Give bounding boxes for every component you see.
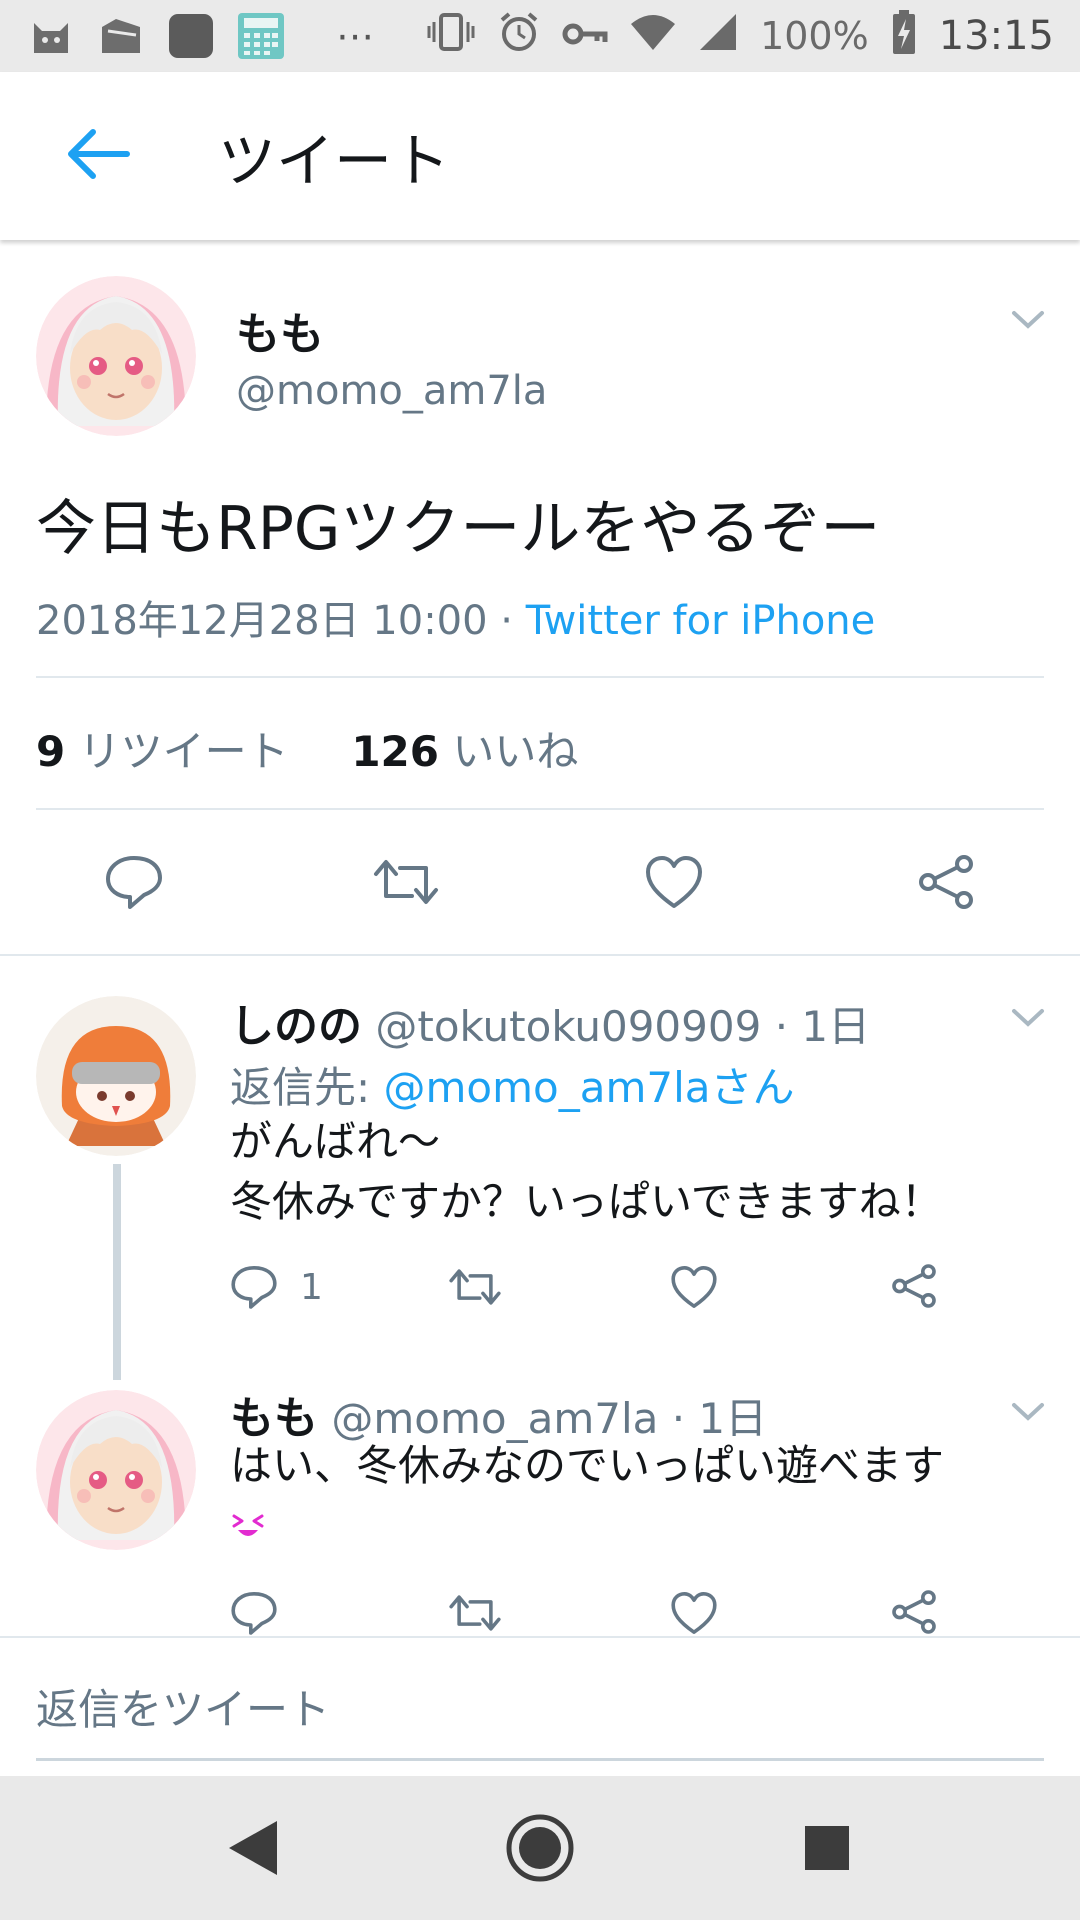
chevron-down-icon xyxy=(1012,1403,1044,1421)
reply-to-mention[interactable]: @momo_am7laさん xyxy=(384,1063,795,1112)
input-underline xyxy=(36,1758,1044,1761)
reply-text: がんばれ〜 冬休みですか？いっぱいできますね！ xyxy=(230,1112,943,1232)
page-title: ツイート xyxy=(218,127,451,195)
share-icon xyxy=(892,1590,936,1634)
author-name[interactable]: もも xyxy=(236,298,324,362)
share-icon xyxy=(919,855,973,909)
retweet-button[interactable] xyxy=(372,856,440,908)
retweet-icon xyxy=(374,860,438,904)
tweet-source-link[interactable]: Twitter for iPhone xyxy=(526,598,876,644)
retweet-count: 9 xyxy=(36,727,66,776)
battery-charging-icon xyxy=(891,9,917,64)
like-icon xyxy=(671,1592,717,1634)
nav-back-button[interactable] xyxy=(203,1798,303,1898)
nav-recents-button[interactable] xyxy=(777,1798,877,1898)
file-icon xyxy=(96,11,146,61)
cat-app-icon xyxy=(26,11,76,61)
tweet-menu-button[interactable] xyxy=(1004,296,1052,344)
like-button[interactable] xyxy=(670,1590,718,1636)
retweet-stat[interactable]: 9 リツイート xyxy=(36,718,289,779)
like-icon xyxy=(646,856,702,908)
reply-button[interactable] xyxy=(230,1590,278,1636)
calculator-app-icon xyxy=(236,11,286,61)
retweet-button[interactable] xyxy=(448,1266,502,1308)
tweet-timestamp: 2018年12月28日 10:00 xyxy=(36,598,488,644)
reply-button[interactable] xyxy=(104,854,164,910)
wifi-icon xyxy=(630,12,676,61)
back-arrow-icon xyxy=(63,126,133,186)
meta-separator: · xyxy=(487,598,526,644)
retweet-icon xyxy=(449,1595,501,1631)
chevron-down-icon xyxy=(1012,1009,1044,1027)
battery-percent: 100% xyxy=(760,14,869,58)
tweet-stats: 9 リツイート 126 いいね xyxy=(36,718,578,779)
reply-text: はい、冬休みなのでいっぱい遊べます xyxy=(230,1436,944,1556)
nav-home-icon xyxy=(506,1814,574,1882)
reply-author-handle[interactable]: @tokutoku090909 xyxy=(375,1002,761,1051)
status-bar: ⋯ 100% 13:15 xyxy=(0,0,1080,72)
nav-home-button[interactable] xyxy=(490,1798,590,1898)
chevron-down-icon xyxy=(1012,311,1044,329)
retweet-label: リツイート xyxy=(78,727,289,776)
like-stat[interactable]: 126 いいね xyxy=(351,718,578,779)
tweet-menu-button[interactable] xyxy=(1004,1388,1052,1436)
squint-emoji-icon xyxy=(230,1496,944,1556)
back-button[interactable] xyxy=(50,108,146,204)
reply-to-label: 返信先: xyxy=(230,1063,384,1112)
avatar[interactable] xyxy=(36,276,196,436)
reply-header: しのの @tokutoku090909 · 1日 xyxy=(230,990,870,1054)
share-button[interactable] xyxy=(890,1262,938,1310)
thread-line xyxy=(113,1164,121,1380)
reply-input[interactable]: 返信をツイート xyxy=(36,1676,330,1737)
tweet-menu-button[interactable] xyxy=(1004,994,1052,1042)
overflow-dots: ⋯ xyxy=(336,14,376,58)
alarm-icon xyxy=(498,11,540,62)
like-icon xyxy=(671,1266,717,1308)
reply-text-line: 冬休みですか？いっぱいできますね！ xyxy=(230,1177,943,1226)
author-handle[interactable]: @momo_am7la xyxy=(236,368,547,414)
system-nav-bar xyxy=(0,1776,1080,1920)
reply-icon xyxy=(231,1592,277,1635)
vpn-key-icon xyxy=(562,14,608,58)
retweet-icon xyxy=(449,1269,501,1305)
clock: 13:15 xyxy=(938,13,1054,59)
like-label: いいね xyxy=(452,727,579,776)
app-bar: ツイート xyxy=(0,72,1080,240)
reply-to: 返信先: @momo_am7laさん xyxy=(230,1054,795,1115)
reply-time: · 1日 xyxy=(774,1002,871,1051)
divider xyxy=(36,676,1044,678)
like-count: 126 xyxy=(351,727,439,776)
share-icon xyxy=(892,1264,936,1308)
avatar[interactable] xyxy=(36,1390,196,1550)
reply-text-line: がんばれ〜 xyxy=(230,1117,441,1166)
nav-recents-icon xyxy=(804,1826,849,1870)
reply-count: 1 xyxy=(300,1266,323,1308)
reply-icon xyxy=(106,856,162,909)
share-button[interactable] xyxy=(890,1588,938,1636)
tweet-meta: 2018年12月28日 10:00 · Twitter for iPhone xyxy=(36,588,875,646)
reply-author-name[interactable]: しのの xyxy=(230,1001,362,1052)
vibrate-icon xyxy=(426,12,476,61)
nav-back-icon xyxy=(229,1821,278,1875)
app-icon xyxy=(166,11,216,61)
reply-icon xyxy=(231,1266,277,1309)
divider xyxy=(36,808,1044,810)
share-button[interactable] xyxy=(916,852,976,912)
reply-text-line: はい、冬休みなのでいっぱい遊べます xyxy=(230,1441,945,1490)
reply-button[interactable]: 1 xyxy=(230,1264,323,1310)
divider xyxy=(0,954,1080,956)
avatar[interactable] xyxy=(36,996,196,1156)
like-button[interactable] xyxy=(670,1264,718,1310)
retweet-button[interactable] xyxy=(448,1592,502,1634)
signal-icon xyxy=(698,12,738,61)
like-button[interactable] xyxy=(644,854,704,910)
tweet-text: 今日もRPGツクールをやるぞー xyxy=(36,494,881,564)
